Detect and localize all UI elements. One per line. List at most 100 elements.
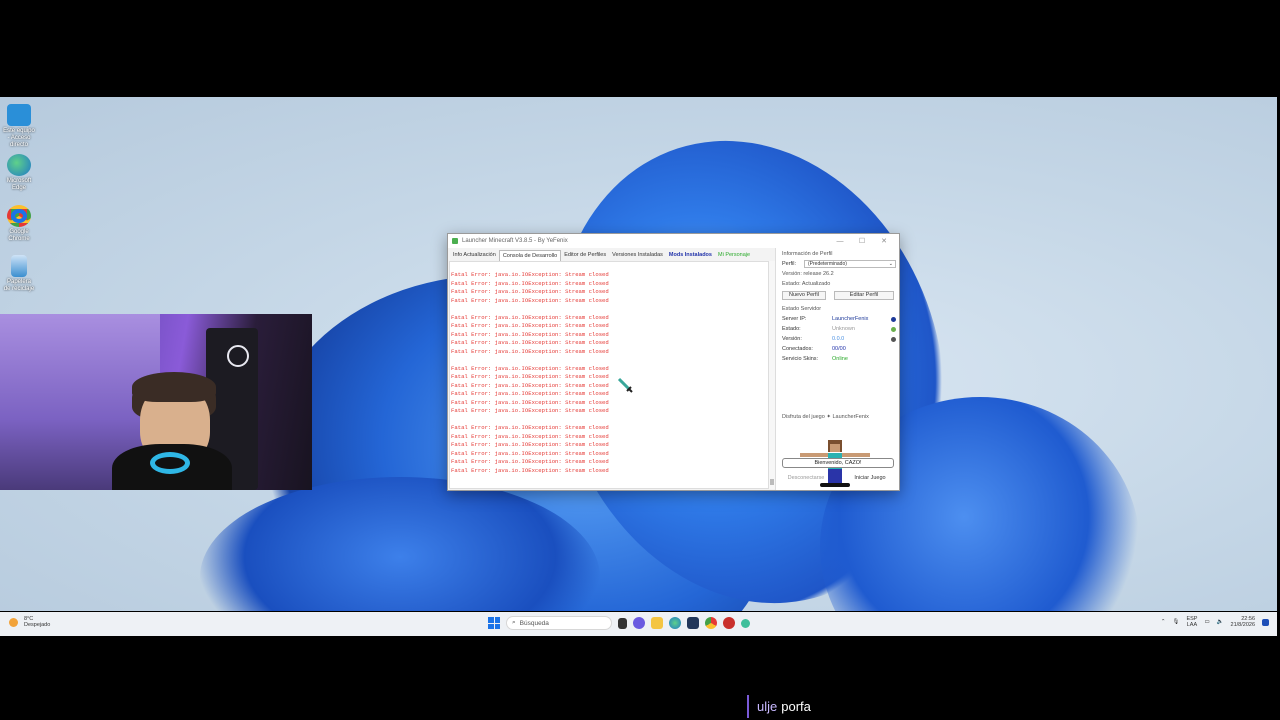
profile-select[interactable]: (Predeterminado) ⌄ [804,260,896,268]
tab-1[interactable]: Consola de Desarrollo [498,250,562,261]
desktop-icon-label: Google Chrome [8,229,30,242]
server-row-label: Server IP: [782,316,807,322]
notification-bell-icon[interactable] [1262,618,1269,626]
console-error-line: Fatal Error: java.io.IOException: Stream… [451,407,609,414]
console-error-line: Fatal Error: java.io.IOException: Stream… [451,398,609,406]
edit-profile-button[interactable]: Editar Perfil [834,291,894,300]
profile-version: Versión: release 26.2 [782,271,834,277]
close-icon[interactable]: ✕ [873,237,895,245]
desktop-icon-label: Papelera de reciclaje [3,279,35,292]
network-icon[interactable]: ▭ [1204,619,1209,625]
video-frame: Este equipo - Acceso directo Microsoft E… [0,0,1280,720]
desktop-icon-this-pc[interactable]: Este equipo - Acceso directo [3,104,35,149]
maximize-icon[interactable]: ☐ [851,237,873,245]
server-row: Estado: Unknown [782,326,896,332]
server-row: Versión: 0.0.0 [782,336,896,342]
chat-message: porfa [781,699,811,714]
start-game-button[interactable]: Iniciar Juego [846,475,894,484]
refresh-icon[interactable] [891,337,896,342]
console-error-line: Fatal Error: java.io.IOException: Stream… [451,381,609,389]
weather-widget[interactable]: 8°C Despejado [9,616,50,628]
console-error-line: Fatal Error: java.io.IOException: Stream… [451,322,609,329]
teams-chat-icon[interactable] [633,617,645,629]
search-icon: ⌕ [512,619,516,626]
chevron-up-icon[interactable]: ⌃ [1161,619,1166,625]
taskbar-center: ⌕ Búsqueda [488,616,750,630]
desktop-icon-label: Este equipo - Acceso directo [3,128,35,148]
desktop-icon-recycle-bin[interactable]: Papelera de reciclaje [3,255,35,293]
console-error-line: Fatal Error: java.io.IOException: Stream… [451,441,609,448]
window-title: Launcher Minecraft V3.8.5 - By YeFenix [462,238,568,244]
chevron-down-icon: ⌄ [888,261,893,267]
headset-icon [150,452,190,474]
scrollbar-grip[interactable] [770,479,774,485]
taskbar-search[interactable]: ⌕ Búsqueda [506,616,612,630]
stream-chat-caption: ulje porfa [747,695,811,718]
task-view-icon[interactable] [618,617,627,629]
console-error-line: Fatal Error: java.io.IOException: Stream… [451,279,609,287]
console-error-line: Fatal Error: java.io.IOException: Stream… [451,466,609,474]
console-error-line: Fatal Error: java.io.IOException: Stream… [451,390,609,397]
skin-legs [828,469,842,483]
server-row: Server IP: LauncherFenix [782,316,896,322]
ring-light-icon [227,345,249,367]
server-row-value: Unknown [832,326,855,332]
server-row-value: Online [832,356,848,362]
launcher-taskbar-icon[interactable] [741,618,750,628]
console-error-line: Fatal Error: java.io.IOException: Stream… [451,347,609,355]
new-profile-button[interactable]: Nuevo Perfil [782,291,826,300]
console-error-line: Fatal Error: java.io.IOException: Stream… [451,271,609,278]
tab-0[interactable]: Info Actualización [450,250,499,261]
console-error-line: Fatal Error: java.io.IOException: Stream… [451,288,609,295]
clock[interactable]: 22:56 21/8/2026 [1231,616,1255,628]
chat-username: ulje [757,699,778,714]
console-error-line: Fatal Error: java.io.IOException: Stream… [451,424,609,431]
tab-4[interactable]: Mods Instalados [666,250,715,261]
file-explorer-icon[interactable] [651,617,663,629]
minimize-icon[interactable]: — [829,238,851,245]
status-ok-icon[interactable] [891,327,896,332]
disconnect-button[interactable]: Desconectarse [782,475,830,484]
server-globe-icon[interactable] [891,317,896,322]
server-row-label: Servicio Skins: [782,356,819,362]
console-error-line: Fatal Error: java.io.IOException: Stream… [451,458,609,465]
profile-select-value: (Predeterminado) [808,261,847,267]
tab-5[interactable]: Mi Personaje [715,250,753,261]
tab-bar: Info Actualización Consola de Desarrollo E… [450,250,776,261]
profile-status: Estado: Actualizado [782,281,831,287]
chrome-icon [7,205,31,227]
recycle-bin-icon [11,255,27,277]
tab-2[interactable]: Editor de Perfiles [561,250,609,261]
desktop-icon-edge[interactable]: Microsoft Edge [3,154,35,192]
tab-3[interactable]: Versiones Instaladas [609,250,666,261]
sword-cursor-icon [617,377,633,393]
microphone-icon[interactable]: 🎙 [1172,619,1179,625]
red-app-icon[interactable] [723,617,735,629]
windows-start-icon[interactable] [488,617,500,629]
language-indicator[interactable]: ESP LAA [1186,616,1197,628]
server-row: Conectados: 00/00 [782,346,896,352]
launcher-window: Launcher Minecraft V3.8.5 - By YeFenix —… [447,233,900,491]
server-section-title: Estado Servidor [782,306,822,312]
console-error-line: Fatal Error: java.io.IOException: Stream… [451,432,609,440]
developer-console[interactable]: Fatal Error: java.io.IOException: Stream… [449,261,769,489]
webcam-person-hair [132,372,216,402]
moon-weather-icon [9,617,18,627]
edge-icon[interactable] [669,617,681,629]
search-placeholder: Búsqueda [519,619,549,627]
webcam-overlay [0,314,312,490]
perfil-label: Perfil: [782,261,797,267]
server-row-label: Estado: [782,326,801,332]
microsoft-store-icon[interactable] [687,617,699,629]
language-layout: LAA [1186,622,1198,628]
volume-icon[interactable]: 🔈 [1217,619,1224,625]
chrome-icon[interactable] [705,617,717,629]
desktop-icon-chrome[interactable]: Google Chrome [3,205,35,243]
edge-icon [7,154,31,176]
profile-section-title: Información de Perfil [782,251,833,257]
window-titlebar: Launcher Minecraft V3.8.5 - By YeFenix —… [448,234,899,248]
monitor-icon [7,104,31,126]
